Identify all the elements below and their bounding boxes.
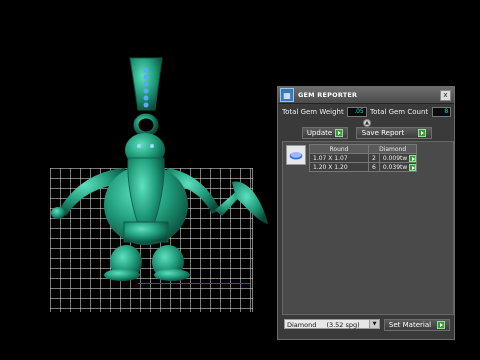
dropdown-arrow-icon[interactable]: ▼ [369, 320, 379, 328]
gem-thumbnail-icon[interactable] [286, 145, 306, 165]
gem-size: 1.20 X 1.20 [309, 162, 369, 172]
total-count-row: Total Gem Count 8 [370, 107, 452, 117]
gem-table-area: Round Diamond 1.07 X 1.07 2 0.009tw 1.20… [282, 141, 454, 315]
save-report-button[interactable]: Save Report [356, 127, 432, 139]
panel-titlebar[interactable]: ▦ GEM REPORTER x [278, 87, 454, 104]
play-icon [335, 129, 344, 137]
total-count-value: 8 [432, 107, 452, 117]
panel-title: GEM REPORTER [298, 91, 358, 99]
table-row[interactable]: 1.07 X 1.07 2 0.009tw [309, 153, 418, 163]
total-weight-value: .05 [346, 107, 367, 117]
play-icon [418, 129, 427, 137]
gem-reporter-panel: ▦ GEM REPORTER x Total Gem Weight .05 To… [277, 86, 455, 340]
gem-weight: 0.039tw [382, 163, 408, 171]
set-material-button-label: Set Material [388, 321, 432, 329]
save-report-button-label: Save Report [361, 129, 405, 137]
gem-weight-cell: 0.039tw [378, 162, 418, 172]
collapse-toggle-icon[interactable]: ▲ [363, 119, 371, 127]
update-button-label: Update [306, 129, 333, 137]
gem-count: 2 [368, 153, 380, 163]
play-icon[interactable] [409, 154, 417, 162]
header-diamond: Diamond [367, 144, 418, 154]
app-icon: ▦ [280, 88, 294, 102]
update-button[interactable]: Update [302, 127, 348, 139]
table-header-row: Round Diamond [309, 144, 418, 154]
play-icon [437, 321, 446, 329]
header-round: Round [309, 144, 369, 154]
play-icon[interactable] [409, 163, 417, 171]
table-row[interactable]: 1.20 X 1.20 6 0.039tw [309, 162, 418, 172]
gem-weight: 0.009tw [382, 154, 408, 162]
total-weight-label: Total Gem Weight [282, 108, 344, 116]
gem-size: 1.07 X 1.07 [309, 153, 369, 163]
material-select-value: Diamond [287, 321, 317, 329]
material-select[interactable]: Diamond (3.52 spg) ▼ [284, 319, 380, 329]
close-icon[interactable]: x [440, 90, 451, 101]
gem-count: 6 [368, 162, 380, 172]
total-weight-row: Total Gem Weight .05 [282, 107, 367, 117]
total-count-label: Total Gem Count [370, 108, 429, 116]
gem-table: Round Diamond 1.07 X 1.07 2 0.009tw 1.20… [309, 144, 418, 172]
material-spg: (3.52 spg) [326, 321, 360, 329]
gem-weight-cell: 0.009tw [378, 153, 418, 163]
set-material-button[interactable]: Set Material [384, 319, 450, 331]
